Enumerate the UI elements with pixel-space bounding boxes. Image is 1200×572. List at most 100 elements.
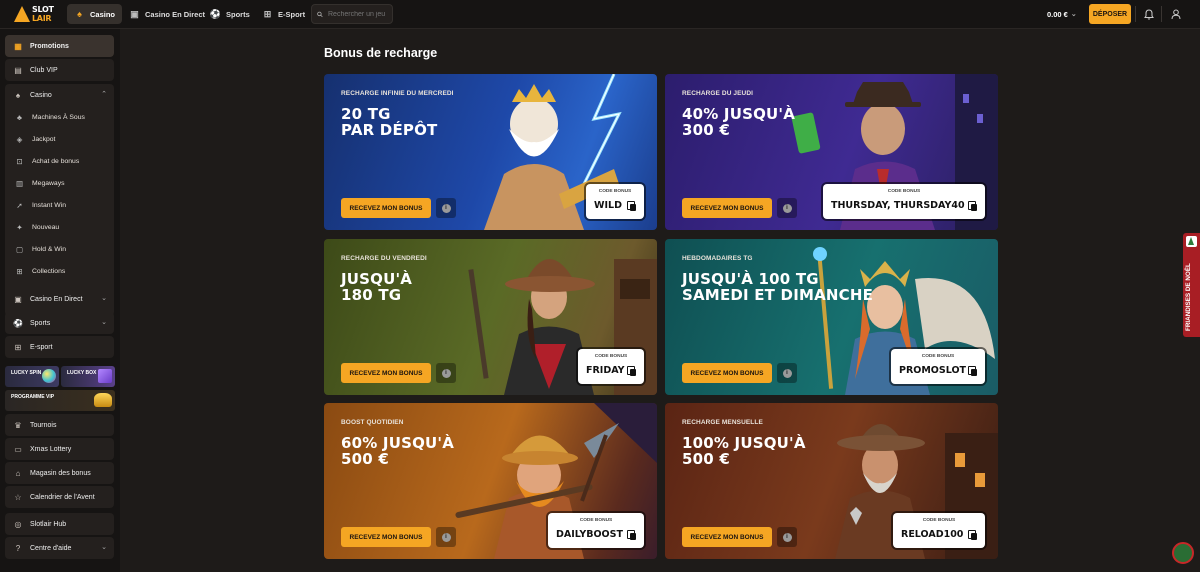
sidebar-item-promotions[interactable]: ▦ Promotions xyxy=(5,35,114,57)
sidebar-item-nouveau[interactable]: ✦ Nouveau xyxy=(5,216,114,238)
nav-sports-label: Sports xyxy=(226,9,250,19)
bonus-card-monthly: RECHARGE MENSUELLE 100% JUSQU'À 500 € REC… xyxy=(665,403,998,559)
card-headline-line: JUSQU'À xyxy=(341,270,413,288)
bonus-code-box[interactable]: CODE BONUS DAILYBOOST xyxy=(548,513,644,548)
info-button[interactable]: i xyxy=(436,198,456,218)
chevron-down-icon: ⌄ xyxy=(101,295,107,302)
claim-bonus-button[interactable]: RECEVEZ MON BONUS xyxy=(341,527,431,547)
sidebar-item-slotlair-hub[interactable]: ◎ Slotlair Hub xyxy=(5,513,114,535)
card-kicker: HEBDOMADAIRES TG xyxy=(682,255,753,262)
soccer-ball-icon: ⚽ xyxy=(209,8,222,19)
copy-icon[interactable] xyxy=(627,201,636,211)
sidebar-item-jackpot[interactable]: ◈ Jackpot xyxy=(5,128,114,150)
sidebar-item-label: Casino En Direct xyxy=(30,295,83,303)
sidebar-item-achat-de-bonus[interactable]: ⊡ Achat de bonus xyxy=(5,150,114,172)
sidebar-item-tournois[interactable]: ♛ Tournois xyxy=(5,414,114,436)
copy-icon[interactable] xyxy=(627,366,636,376)
sidebar-item-hold-and-win[interactable]: ▢ Hold & Win xyxy=(5,238,114,260)
bonus-card-friday: RECHARGE DU VENDREDI JUSQU'À 180 TG RECEV… xyxy=(324,239,657,395)
bonus-code-box[interactable]: CODE BONUS RELOAD100 xyxy=(893,513,985,548)
info-button[interactable]: i xyxy=(777,198,797,218)
claim-bonus-button[interactable]: RECEVEZ MON BONUS xyxy=(682,527,772,547)
page-title: Bonus de recharge xyxy=(324,46,438,60)
programme-vip-banner[interactable]: PROGRAMME VIP xyxy=(5,390,115,411)
copy-icon[interactable] xyxy=(968,530,977,540)
nav-casino-live-label: Casino En Direct xyxy=(145,9,206,19)
nav-casino-live[interactable]: ▣ Casino En Direct xyxy=(122,4,212,24)
claim-bonus-button[interactable]: RECEVEZ MON BONUS xyxy=(341,363,431,383)
sidebar-item-machines-a-sous[interactable]: ♣ Machines À Sous xyxy=(5,106,114,128)
sidebar-item-calendrier-de-l-avent[interactable]: ☆ Calendrier de l'Avent xyxy=(5,486,114,508)
bonus-code-box[interactable]: CODE BONUS FRIDAY xyxy=(578,349,644,384)
sidebar-item-centre-d-aide[interactable]: ? Centre d'aide ⌄ xyxy=(5,537,114,559)
sidebar-item-magasin-des-bonus[interactable]: ⌂ Magasin des bonus xyxy=(5,462,114,484)
ticket-icon: ▭ xyxy=(14,444,22,454)
sidebar-item-megaways[interactable]: ▥ Megaways xyxy=(5,172,114,194)
jackpot-icon: ◈ xyxy=(16,134,23,144)
sidebar-item-label: Calendrier de l'Avent xyxy=(30,493,95,501)
copy-icon[interactable] xyxy=(627,530,636,540)
copy-icon[interactable] xyxy=(968,366,977,376)
nav-casino[interactable]: ♠ Casino xyxy=(67,4,123,24)
deposit-button[interactable]: DÉPOSER xyxy=(1089,4,1131,24)
sidebar-item-label: Instant Win xyxy=(32,201,66,209)
lucky-box-banner[interactable]: LUCKY BOX xyxy=(61,366,115,387)
slotlair-logo[interactable]: SLOT LAIR xyxy=(14,3,58,25)
megaways-icon: ▥ xyxy=(15,178,24,188)
info-button[interactable]: i xyxy=(436,527,456,547)
sidebar-item-casino-en-direct[interactable]: ▣ Casino En Direct ⌄ xyxy=(5,288,114,310)
sidebar-item-label: Xmas Lottery xyxy=(30,445,72,453)
bonus-code-box[interactable]: CODE BONUS PROMOSLOT xyxy=(891,349,985,384)
info-icon: i xyxy=(441,203,451,213)
info-button[interactable]: i xyxy=(777,363,797,383)
claim-bonus-button[interactable]: RECEVEZ MON BONUS xyxy=(341,198,431,218)
balance-dropdown[interactable]: 0.00 € ⌄ xyxy=(1047,4,1077,24)
spade-icon: ♠ xyxy=(15,90,21,100)
sidebar-item-label: Centre d'aide xyxy=(30,544,72,552)
claim-bonus-button[interactable]: RECEVEZ MON BONUS xyxy=(682,198,772,218)
bonus-card-daily-boost: BOOST QUOTIDIEN 60% JUSQU'À 500 € RECEVEZ… xyxy=(324,403,657,559)
sidebar-item-collections[interactable]: ⊞ Collections xyxy=(5,260,114,282)
chevron-up-icon: ⌃ xyxy=(101,91,107,98)
card-headline-line: PAR DÉPÔT xyxy=(341,121,438,139)
sidebar-item-xmas-lottery[interactable]: ▭ Xmas Lottery xyxy=(5,438,114,460)
sidebar-item-sports[interactable]: ⚽ Sports ⌄ xyxy=(5,312,114,334)
info-button[interactable]: i xyxy=(777,527,797,547)
programme-vip-label: PROGRAMME VIP xyxy=(11,394,55,400)
info-button[interactable]: i xyxy=(436,363,456,383)
card-headline: 40% JUSQU'À 300 € xyxy=(682,106,922,138)
sidebar-item-casino[interactable]: ♠ Casino ⌃ xyxy=(5,84,114,106)
notifications-button[interactable] xyxy=(1138,4,1160,24)
logo-text-top: SLOT xyxy=(32,5,54,14)
christmas-badge-icon[interactable] xyxy=(1172,542,1194,564)
bonus-code-label: CODE BONUS xyxy=(922,518,956,523)
bonus-code-value: WILD xyxy=(594,200,622,211)
info-icon: i xyxy=(782,532,792,542)
sidebar-item-club-vip[interactable]: ▤ Club VIP xyxy=(5,59,114,81)
nav-sports[interactable]: ⚽ Sports xyxy=(203,4,257,24)
bonus-code-label: CODE BONUS xyxy=(579,518,613,523)
copy-icon[interactable] xyxy=(968,201,977,211)
sidebar-item-label: Machines À Sous xyxy=(32,113,85,121)
user-icon xyxy=(1171,9,1181,19)
lucky-spin-banner[interactable]: LUCKY SPIN xyxy=(5,366,59,387)
sidebar-item-label: Hold & Win xyxy=(32,245,66,253)
sidebar-item-label: Collections xyxy=(32,267,66,275)
bonus-code-box[interactable]: CODE BONUS THURSDAY, THURSDAY40 xyxy=(823,184,985,219)
cherries-icon: ♣ xyxy=(17,112,22,122)
search-box[interactable] xyxy=(311,4,393,24)
sidebar-item-instant-win[interactable]: ➚ Instant Win xyxy=(5,194,114,216)
grid-icon: ⊞ xyxy=(16,266,23,276)
christmas-treats-tab[interactable]: FRIANDISES DE NOËL xyxy=(1183,233,1200,337)
sidebar-item-esport[interactable]: ⊞ E-sport xyxy=(5,336,114,358)
sidebar-item-label: Achat de bonus xyxy=(32,157,80,165)
nav-esport-label: E-Sport xyxy=(278,9,306,19)
bonus-code-box[interactable]: CODE BONUS WILD xyxy=(586,184,644,219)
search-input[interactable] xyxy=(328,10,392,18)
nav-esport[interactable]: ⊞ E-Sport xyxy=(255,4,312,24)
sidebar-item-label: Tournois xyxy=(30,421,57,429)
profile-button[interactable] xyxy=(1165,4,1187,24)
claim-bonus-button[interactable]: RECEVEZ MON BONUS xyxy=(682,363,772,383)
card-kicker: RECHARGE INFINIE DU MERCREDI xyxy=(341,90,454,97)
card-headline: 60% JUSQU'À 500 € xyxy=(341,435,581,467)
